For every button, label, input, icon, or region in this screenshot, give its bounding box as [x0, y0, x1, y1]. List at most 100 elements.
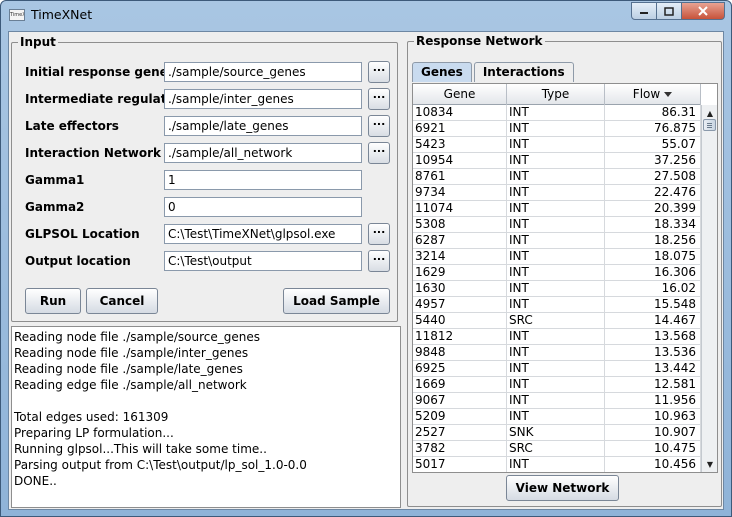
type-cell: INT: [507, 185, 605, 200]
grip-line: [707, 125, 712, 126]
type-cell: INT: [507, 297, 605, 312]
log-line: Reading edge file ./sample/all_network: [14, 378, 247, 392]
gene-cell: 3782: [413, 441, 507, 456]
title-bar[interactable]: TimeXNet TimeXNet: [1, 1, 731, 31]
log-line: Parsing output from C:\Test\output/lp_so…: [14, 458, 307, 472]
flow-cell: 15.548: [605, 297, 701, 312]
log-output[interactable]: Reading node file ./sample/source_genes …: [11, 326, 401, 508]
minimize-button[interactable]: [631, 2, 657, 20]
table-row[interactable]: 5017 INT 10.456: [413, 457, 701, 472]
gene-cell: 5209: [413, 409, 507, 424]
load-sample-button[interactable]: Load Sample: [283, 288, 390, 314]
column-header-gene[interactable]: Gene: [413, 84, 507, 105]
glpsol-location-field[interactable]: C:\Test\TimeXNet\glpsol.exe: [164, 224, 362, 244]
app-window: TimeXNet TimeXNet Input Initial response…: [0, 0, 732, 517]
output-location-browse-button[interactable]: ...: [368, 250, 390, 272]
table-row[interactable]: 5308 INT 18.334: [413, 217, 701, 233]
flow-cell: 11.956: [605, 393, 701, 408]
gene-cell: 6921: [413, 121, 507, 136]
table-row[interactable]: 10954 INT 37.256: [413, 153, 701, 169]
scroll-down-arrow-icon[interactable]: ▼: [702, 456, 717, 472]
flow-cell: 27.508: [605, 169, 701, 184]
type-cell: SRC: [507, 313, 605, 328]
table-row[interactable]: 2527 SNK 10.907: [413, 425, 701, 441]
result-tabs: Genes Interactions: [412, 62, 576, 82]
gene-cell: 9848: [413, 345, 507, 360]
gene-cell: 6925: [413, 361, 507, 376]
output-location-label: Output location: [25, 254, 131, 268]
table-row[interactable]: 3782 SRC 10.475: [413, 441, 701, 457]
flow-cell: 22.476: [605, 185, 701, 200]
initial-response-genes-browse-button[interactable]: ...: [368, 61, 390, 83]
table-row[interactable]: 8761 INT 27.508: [413, 169, 701, 185]
gene-cell: 9734: [413, 185, 507, 200]
table-row[interactable]: 3214 INT 18.075: [413, 249, 701, 265]
table-row[interactable]: 5209 INT 10.963: [413, 409, 701, 425]
close-button[interactable]: [681, 2, 725, 20]
type-cell: INT: [507, 137, 605, 152]
interaction-network-browse-button[interactable]: ...: [368, 142, 390, 164]
column-header-type[interactable]: Type: [507, 84, 605, 105]
cancel-button[interactable]: Cancel: [86, 288, 158, 314]
table-row[interactable]: 5440 SRC 14.467: [413, 313, 701, 329]
table-row[interactable]: 11074 INT 20.399: [413, 201, 701, 217]
gamma1-field[interactable]: 1: [164, 170, 362, 190]
initial-response-genes-label: Initial response genes: [25, 65, 175, 79]
table-row[interactable]: 4957 INT 15.548: [413, 297, 701, 313]
maximize-button[interactable]: [656, 2, 682, 20]
table-row[interactable]: 10834 INT 86.31: [413, 105, 701, 121]
tab-interactions[interactable]: Interactions: [473, 62, 574, 82]
type-cell: INT: [507, 121, 605, 136]
initial-response-genes-field[interactable]: ./sample/source_genes: [164, 62, 362, 82]
window-controls: [631, 2, 725, 20]
view-network-button[interactable]: View Network: [506, 475, 619, 501]
type-cell: INT: [507, 233, 605, 248]
window-content: Input Initial response genes ./sample/so…: [8, 31, 724, 510]
run-button[interactable]: Run: [25, 288, 81, 314]
table-row[interactable]: 1669 INT 12.581: [413, 377, 701, 393]
flow-cell: 10.907: [605, 425, 701, 440]
type-cell: INT: [507, 169, 605, 184]
tab-genes[interactable]: Genes: [412, 62, 472, 82]
column-header-flow-label: Flow: [632, 87, 661, 101]
grip-line: [707, 127, 712, 128]
table-row[interactable]: 5423 INT 55.07: [413, 137, 701, 153]
type-cell: SRC: [507, 441, 605, 456]
gene-cell: 5308: [413, 217, 507, 232]
type-cell: INT: [507, 377, 605, 392]
type-cell: INT: [507, 249, 605, 264]
app-icon: TimeXNet: [9, 9, 25, 21]
column-header-flow[interactable]: Flow: [605, 84, 701, 105]
late-effectors-browse-button[interactable]: ...: [368, 115, 390, 137]
maximize-icon: [664, 6, 674, 16]
table-row[interactable]: 6287 INT 18.256: [413, 233, 701, 249]
type-cell: INT: [507, 457, 605, 472]
table-body: 10834 INT 86.31 6921 INT 76.875 5423 INT 55.07 10…: [413, 105, 701, 472]
interaction-network-field[interactable]: ./sample/all_network: [164, 143, 362, 163]
flow-cell: 10.963: [605, 409, 701, 424]
table-row[interactable]: 9734 INT 22.476: [413, 185, 701, 201]
table-row[interactable]: 11812 INT 13.568: [413, 329, 701, 345]
flow-cell: 18.334: [605, 217, 701, 232]
table-row[interactable]: 6921 INT 76.875: [413, 121, 701, 137]
scrollbar-thumb[interactable]: [703, 119, 716, 131]
table-row[interactable]: 9067 INT 11.956: [413, 393, 701, 409]
type-cell: INT: [507, 153, 605, 168]
log-line: Reading node file ./sample/inter_genes: [14, 346, 249, 360]
late-effectors-field[interactable]: ./sample/late_genes: [164, 116, 362, 136]
intermediate-regulators-browse-button[interactable]: ...: [368, 88, 390, 110]
table-row[interactable]: 9848 INT 13.536: [413, 345, 701, 361]
vertical-scrollbar[interactable]: ▲ ▼: [701, 105, 717, 472]
glpsol-location-browse-button[interactable]: ...: [368, 223, 390, 245]
output-location-field[interactable]: C:\Test\output: [164, 251, 362, 271]
intermediate-regulators-field[interactable]: ./sample/inter_genes: [164, 89, 362, 109]
table-row[interactable]: 1629 INT 16.306: [413, 265, 701, 281]
window-title: TimeXNet: [31, 7, 93, 22]
table-row[interactable]: 1630 INT 16.02: [413, 281, 701, 297]
gamma2-field[interactable]: 0: [164, 197, 362, 217]
table-row[interactable]: 6925 INT 13.442: [413, 361, 701, 377]
type-cell: INT: [507, 361, 605, 376]
flow-cell: 20.399: [605, 201, 701, 216]
log-line: Total edges used: 161309: [14, 410, 169, 424]
log-line: DONE..: [14, 474, 57, 488]
